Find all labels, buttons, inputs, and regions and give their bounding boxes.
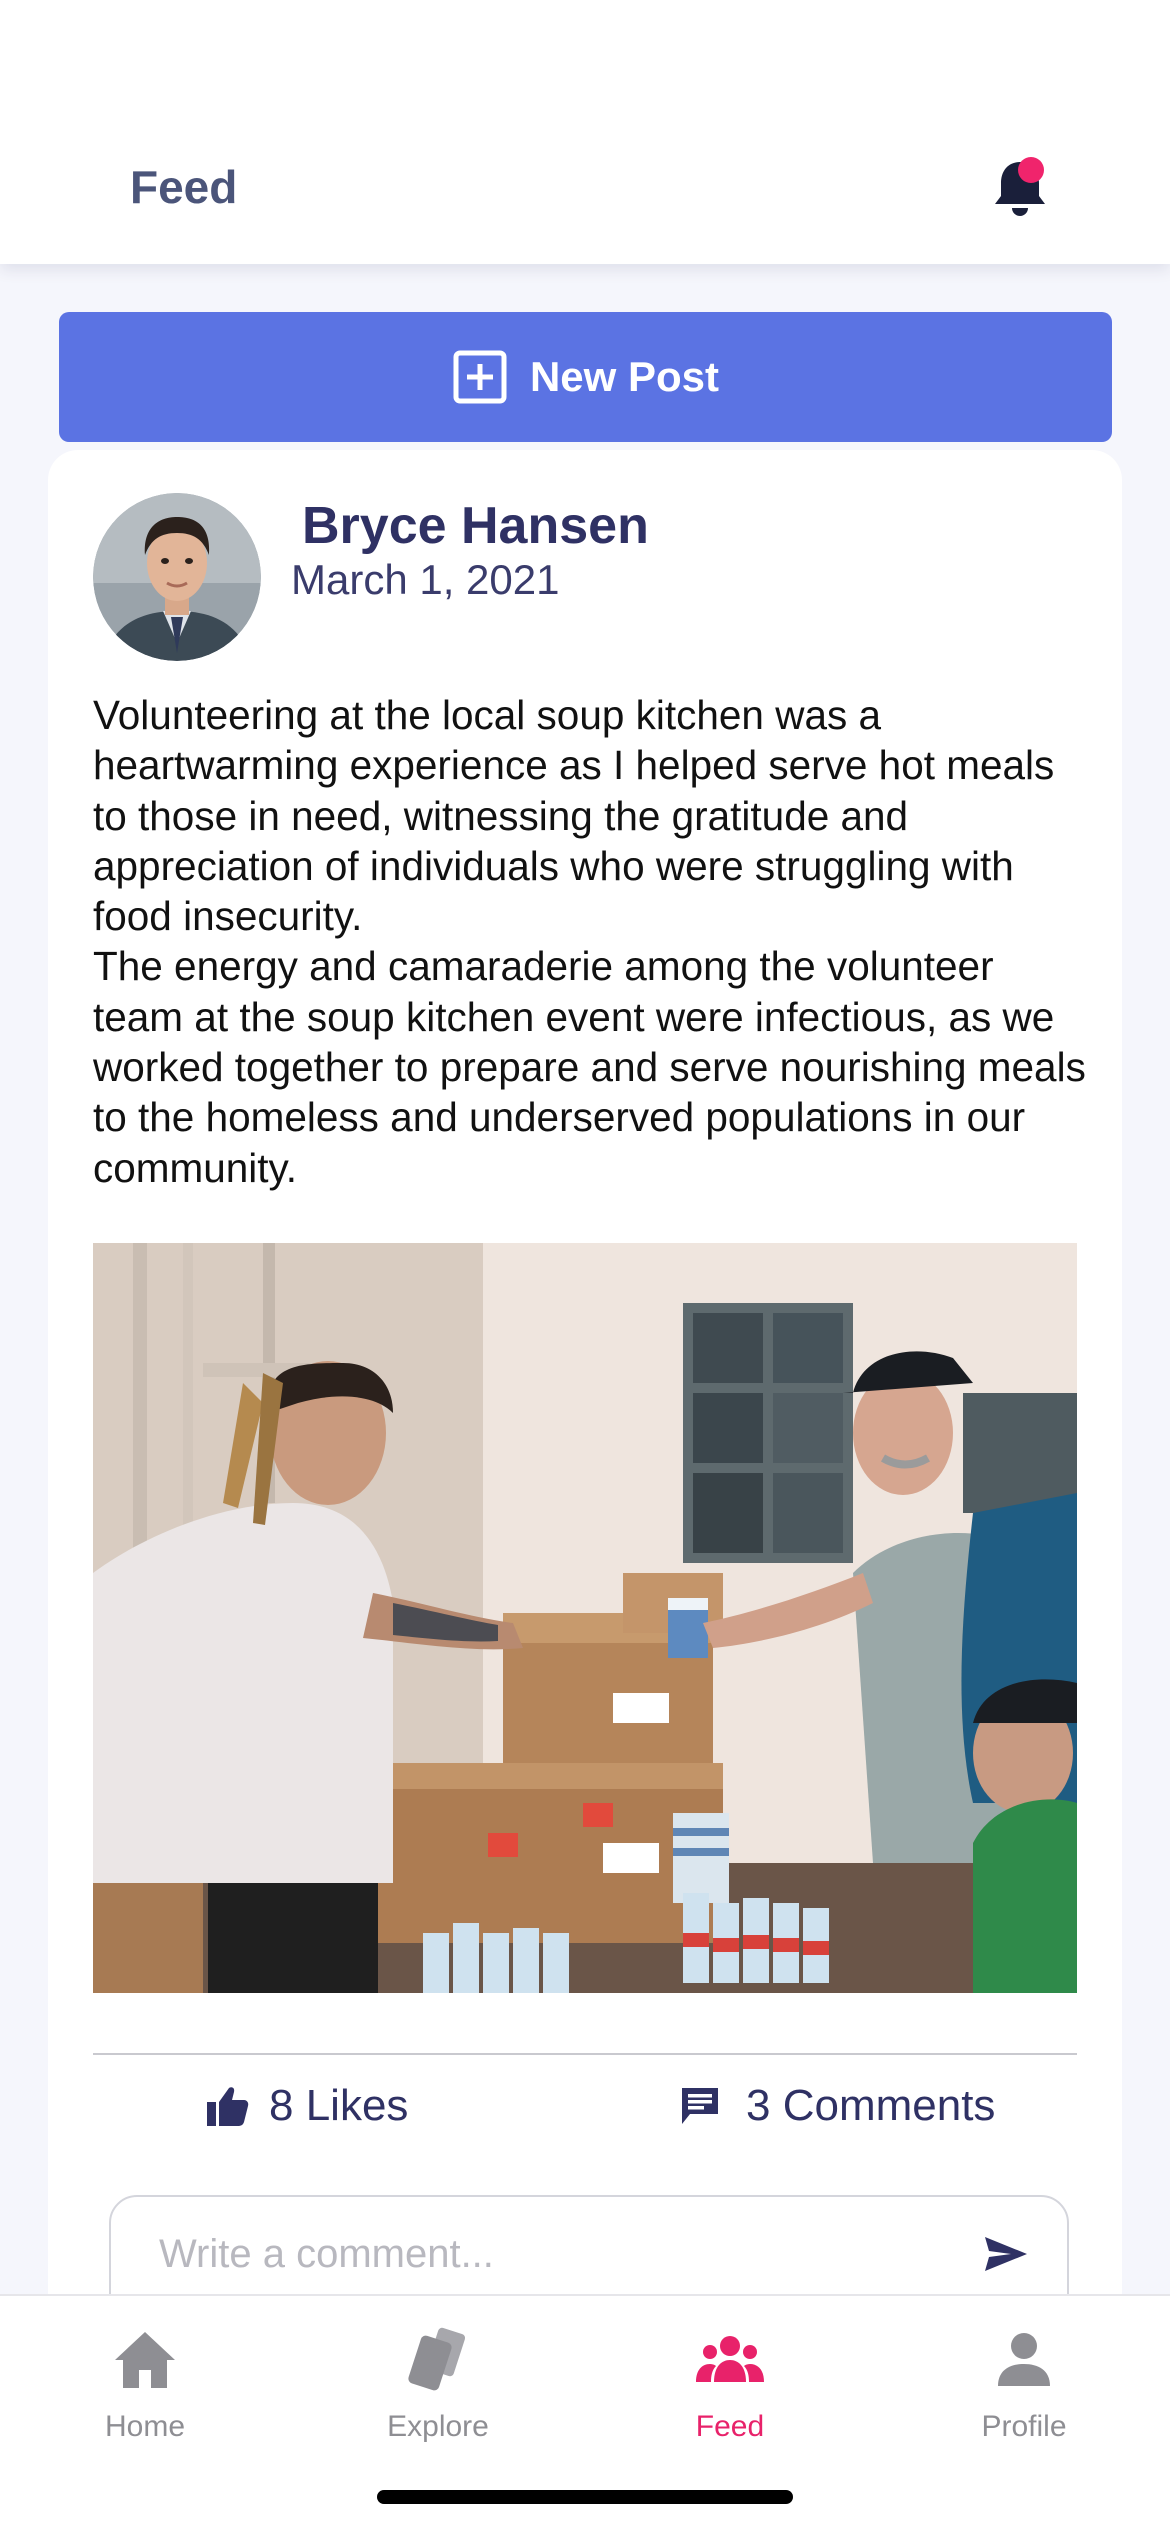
comments-button[interactable]: 3 Comments [680, 2075, 995, 2137]
tab-label: Feed [695, 2410, 765, 2443]
new-post-label: New Post [529, 353, 720, 400]
person-icon [998, 2333, 1050, 2386]
notification-dot [1018, 157, 1044, 183]
tab-label: Explore [387, 2410, 489, 2443]
likes-count: 8 Likes [269, 2081, 409, 2130]
page-title: Feed [130, 161, 238, 213]
new-post-button[interactable]: New Post [59, 312, 1112, 442]
tab-explore[interactable]: Explore [338, 2324, 538, 2474]
plus-square-icon [453, 350, 507, 404]
home-icon [115, 2332, 175, 2388]
tab-profile[interactable]: Profile [924, 2324, 1124, 2474]
like-button[interactable]: 8 Likes [205, 2075, 408, 2137]
send-icon[interactable] [981, 2229, 1031, 2279]
tab-feed[interactable]: Feed [630, 2324, 830, 2474]
tab-home[interactable]: Home [45, 2324, 245, 2474]
post-photo[interactable] [93, 1243, 1077, 1993]
post-body: Volunteering at the local soup kitchen w… [93, 690, 1093, 1193]
post-paragraph: Volunteering at the local soup kitchen w… [93, 692, 1055, 940]
tab-label: Home [104, 2410, 186, 2443]
tab-label: Profile [981, 2410, 1067, 2443]
thumbs-up-icon [207, 2087, 249, 2126]
feed-screen: Feed New Post Bryce Hansen March 1, 2021… [0, 0, 1170, 2532]
author-name[interactable]: Bryce Hansen [302, 496, 649, 556]
people-icon [696, 2336, 764, 2382]
author-avatar[interactable] [93, 493, 261, 661]
comments-count: 3 Comments [746, 2081, 996, 2130]
top-header: Feed [0, 0, 1170, 264]
comment-input[interactable] [159, 2219, 959, 2289]
post-date: March 1, 2021 [291, 556, 560, 603]
home-indicator [377, 2490, 793, 2504]
post-divider [93, 2053, 1077, 2055]
cards-icon [408, 2327, 466, 2391]
comment-icon [682, 2088, 718, 2124]
post-paragraph: The energy and camaraderie among the vol… [93, 943, 1086, 1191]
